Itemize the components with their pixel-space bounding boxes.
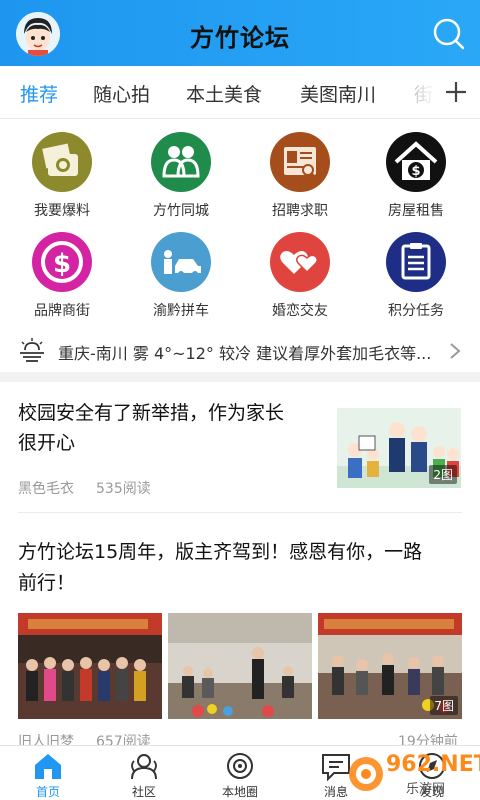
post-image-1[interactable]: [18, 613, 162, 719]
site-watermark-logo: 962.NET 乐游网: [346, 746, 480, 800]
post-author: 黑色毛衣: [18, 481, 74, 497]
grid-label: 招聘求职: [272, 203, 328, 219]
post-title-line: 很开心: [18, 432, 76, 454]
tab-snapshot[interactable]: 随心拍: [93, 80, 150, 107]
post-title-line: 方竹论坛15周年，版主齐驾到！感恩有你，一路: [18, 541, 423, 563]
grid-label: 积分任务: [388, 303, 444, 319]
feature-grid: 我要爆料 方竹同城 招聘求职 $ 房屋租售 $ 品牌商街 渝黔拼车 婚恋交友 积…: [0, 120, 480, 330]
grid-item-dating[interactable]: 婚恋交友: [242, 220, 358, 319]
grid-label: 渝黔拼车: [153, 303, 209, 319]
tab-local-food[interactable]: 本土美食: [186, 80, 262, 107]
grid-label: 品牌商街: [34, 303, 90, 319]
post-card[interactable]: 方竹论坛15周年，版主齐驾到！感恩有你，一路 前行！ 7图 旧人旧梦 657阅读…: [0, 513, 480, 750]
grid-label: 方竹同城: [153, 203, 209, 219]
hearts-icon: [270, 232, 330, 292]
grid-label: 婚恋交友: [272, 303, 328, 319]
grid-item-report[interactable]: 我要爆料: [4, 120, 120, 219]
carpool-icon: [151, 232, 211, 292]
grid-item-same-city[interactable]: 方竹同城: [123, 120, 239, 219]
category-tabs: 推荐 随心拍 本土美食 美图南川 街: [0, 66, 480, 119]
local-circle-icon: [224, 751, 256, 781]
dollar-coin-icon: $: [32, 232, 92, 292]
grid-item-carpool[interactable]: 渝黔拼车: [123, 220, 239, 319]
svg-text:$: $: [53, 249, 71, 279]
nav-label: 社区: [131, 785, 156, 799]
house-dollar-icon: $: [386, 132, 446, 192]
grid-label: 我要爆料: [34, 203, 90, 219]
tab-nanchuan-photos[interactable]: 美图南川: [300, 80, 376, 107]
search-icon[interactable]: [432, 17, 466, 51]
tab-recommend[interactable]: 推荐: [20, 80, 58, 107]
grid-label: 房屋租售: [388, 203, 444, 219]
app-title: 方竹论坛: [190, 24, 290, 52]
svg-text:$: $: [411, 164, 420, 179]
post-reads: 535阅读: [96, 481, 151, 497]
image-count-badge: 2图: [429, 465, 457, 484]
nav-local-circle[interactable]: 本地圈: [192, 746, 288, 800]
camera-icon: [32, 132, 92, 192]
tab-fade: [404, 66, 440, 118]
grid-item-jobs[interactable]: 招聘求职: [242, 120, 358, 219]
post-title-line: 校园安全有了新举措，作为家长: [18, 402, 285, 424]
chevron-right-icon: [448, 342, 462, 360]
post-image-3[interactable]: 7图: [318, 613, 462, 719]
grid-item-brand-street[interactable]: $ 品牌商街: [4, 220, 120, 319]
people-icon: [151, 132, 211, 192]
top-header: 方竹论坛: [0, 0, 480, 66]
grid-item-housing[interactable]: $ 房屋租售: [358, 120, 474, 219]
image-count-badge: 7图: [430, 696, 458, 715]
add-tab-icon[interactable]: [440, 76, 472, 108]
nav-home[interactable]: 首页: [0, 746, 96, 800]
nav-label: 首页: [35, 785, 60, 799]
post-title-line: 前行！: [18, 572, 76, 594]
section-separator: [0, 372, 480, 382]
nav-label: 本地圈: [221, 785, 258, 799]
watermark-subtext: 乐游网: [406, 782, 446, 797]
watermark-text: 962.NET: [386, 752, 480, 777]
task-list-icon: [386, 232, 446, 292]
app-screen: 方竹论坛 推荐 随心拍 本土美食 美图南川 街: [0, 0, 480, 800]
post-thumbnail[interactable]: 2图: [337, 408, 461, 488]
community-icon: [128, 751, 160, 781]
grid-item-points-tasks[interactable]: 积分任务: [358, 220, 474, 319]
fog-weather-icon: [18, 338, 46, 364]
resume-icon: [270, 132, 330, 192]
home-icon: [32, 751, 64, 781]
post-image-2[interactable]: [168, 613, 312, 719]
weather-text: 重庆-南川 雾 4°~12° 较冷 建议着厚外套加毛衣等...: [58, 344, 432, 363]
post-card[interactable]: 校园安全有了新举措，作为家长 很开心 黑色毛衣 535阅读 2图: [0, 382, 480, 512]
weather-bar[interactable]: 重庆-南川 雾 4°~12° 较冷 建议着厚外套加毛衣等...: [0, 330, 480, 372]
nav-community[interactable]: 社区: [96, 746, 192, 800]
